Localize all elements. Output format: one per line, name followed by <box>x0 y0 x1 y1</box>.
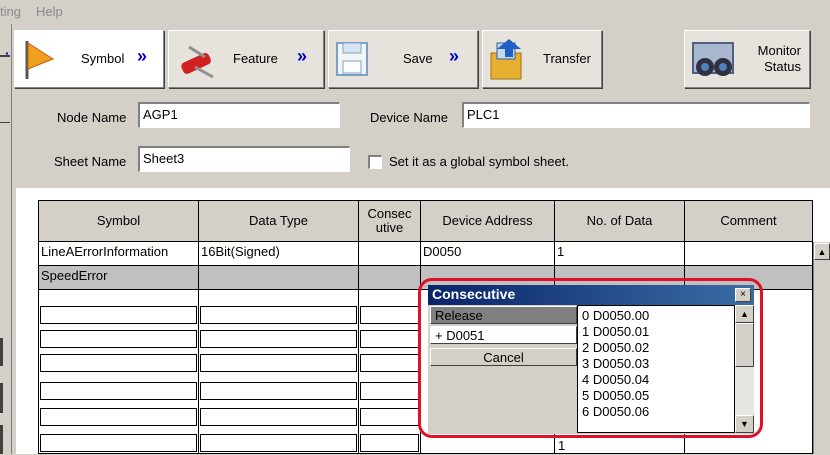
chevron-right-icon: » <box>137 46 147 66</box>
column-header-no-of-data[interactable]: No. of Data <box>555 201 685 242</box>
device-name-label: Device Name <box>370 110 449 125</box>
node-name-label: Node Name <box>57 110 127 125</box>
symbol-label: Symbol <box>81 51 125 66</box>
transfer-icon <box>490 39 522 80</box>
floppy-disk-icon <box>336 42 368 76</box>
consecutive-input[interactable] <box>360 330 419 348</box>
chevron-right-icon: » <box>449 46 459 66</box>
symbol-cell[interactable]: SpeedError <box>39 266 198 285</box>
consecutive-header-line2: utive <box>375 220 404 235</box>
data-type-input[interactable] <box>200 382 357 400</box>
consecutive-input[interactable] <box>360 434 419 452</box>
no-of-data-value: 1 <box>557 244 565 259</box>
highlight-outline <box>418 278 763 438</box>
save-button[interactable]: Save » <box>328 30 478 88</box>
data-type-input[interactable] <box>200 354 357 372</box>
status-label: Status <box>764 59 801 74</box>
symbol-cell[interactable]: LineAErrorInformation <box>39 242 198 261</box>
consecutive-cell[interactable] <box>359 242 421 266</box>
scroll-up-button[interactable]: ▲ <box>814 243 830 260</box>
table-row[interactable]: LineAErrorInformation <box>39 242 199 266</box>
chevron-right-icon: » <box>297 46 307 66</box>
consecutive-input[interactable] <box>360 408 419 426</box>
device-name-field[interactable]: PLC1 <box>462 102 810 128</box>
column-header-consecutive[interactable]: Consec utive <box>359 201 421 242</box>
table-row[interactable]: SpeedError <box>39 266 199 290</box>
device-address-cell[interactable]: D0050 <box>421 242 555 266</box>
menu-item-help[interactable]: Help <box>36 4 63 19</box>
monitor-status-button[interactable]: Monitor Status <box>684 30 810 88</box>
symbol-input[interactable] <box>40 382 197 400</box>
transfer-label: Transfer <box>543 51 591 66</box>
left-panel-divider <box>0 122 10 123</box>
left-panel-marker <box>0 338 3 366</box>
symbol-button[interactable]: Symbol » <box>14 30 164 88</box>
symbol-input[interactable] <box>40 306 197 324</box>
data-type-cell[interactable]: 16Bit(Signed) <box>199 242 359 266</box>
column-header-symbol[interactable]: Symbol <box>39 201 199 242</box>
menu-item-setting[interactable]: ting <box>0 4 21 19</box>
data-type-input[interactable] <box>200 306 357 324</box>
consecutive-input[interactable] <box>360 354 419 372</box>
left-panel-marker <box>0 425 3 454</box>
binoculars-icon <box>692 42 734 76</box>
consecutive-cell[interactable] <box>359 266 421 290</box>
data-type-input[interactable] <box>200 330 357 348</box>
no-of-data-cell[interactable]: 1 <box>555 242 685 266</box>
symbol-input[interactable] <box>40 408 197 426</box>
data-type-cell[interactable] <box>199 266 359 290</box>
feature-label: Feature <box>233 51 278 66</box>
consecutive-header-line1: Consec <box>367 206 412 221</box>
monitor-label: Monitor <box>757 43 801 58</box>
consecutive-input[interactable] <box>360 382 419 400</box>
left-panel-marker <box>0 383 3 413</box>
symbol-input[interactable] <box>40 434 197 452</box>
node-name-field[interactable]: AGP1 <box>138 102 340 128</box>
consecutive-input[interactable] <box>360 306 419 324</box>
column-header-data-type[interactable]: Data Type <box>199 201 359 242</box>
symbol-input[interactable] <box>40 354 197 372</box>
transfer-button[interactable]: Transfer <box>482 30 602 88</box>
no-of-data-value: 1 <box>558 438 566 453</box>
global-symbol-checkbox[interactable] <box>368 155 382 169</box>
table-scrollbar[interactable] <box>813 242 830 454</box>
chevron-right-icon: · <box>5 45 9 61</box>
column-header-device-address[interactable]: Device Address <box>421 201 555 242</box>
symbol-input[interactable] <box>40 330 197 348</box>
menu-bar: ting Help <box>0 0 830 24</box>
sheet-name-field[interactable]: Sheet3 <box>138 146 350 172</box>
comment-cell[interactable] <box>685 242 813 266</box>
data-type-value: 16Bit(Signed) <box>201 244 280 259</box>
data-type-input[interactable] <box>200 408 357 426</box>
sheet-name-label: Sheet Name <box>54 154 127 169</box>
device-address-value: D0050 <box>423 244 462 259</box>
feature-button[interactable]: Feature » <box>168 30 324 88</box>
flag-icon <box>25 41 55 79</box>
global-symbol-label: Set it as a global symbol sheet. <box>389 154 569 169</box>
tools-icon <box>181 45 214 79</box>
data-type-input[interactable] <box>200 434 357 452</box>
column-header-comment[interactable]: Comment <box>685 201 813 242</box>
save-label: Save <box>403 51 433 66</box>
